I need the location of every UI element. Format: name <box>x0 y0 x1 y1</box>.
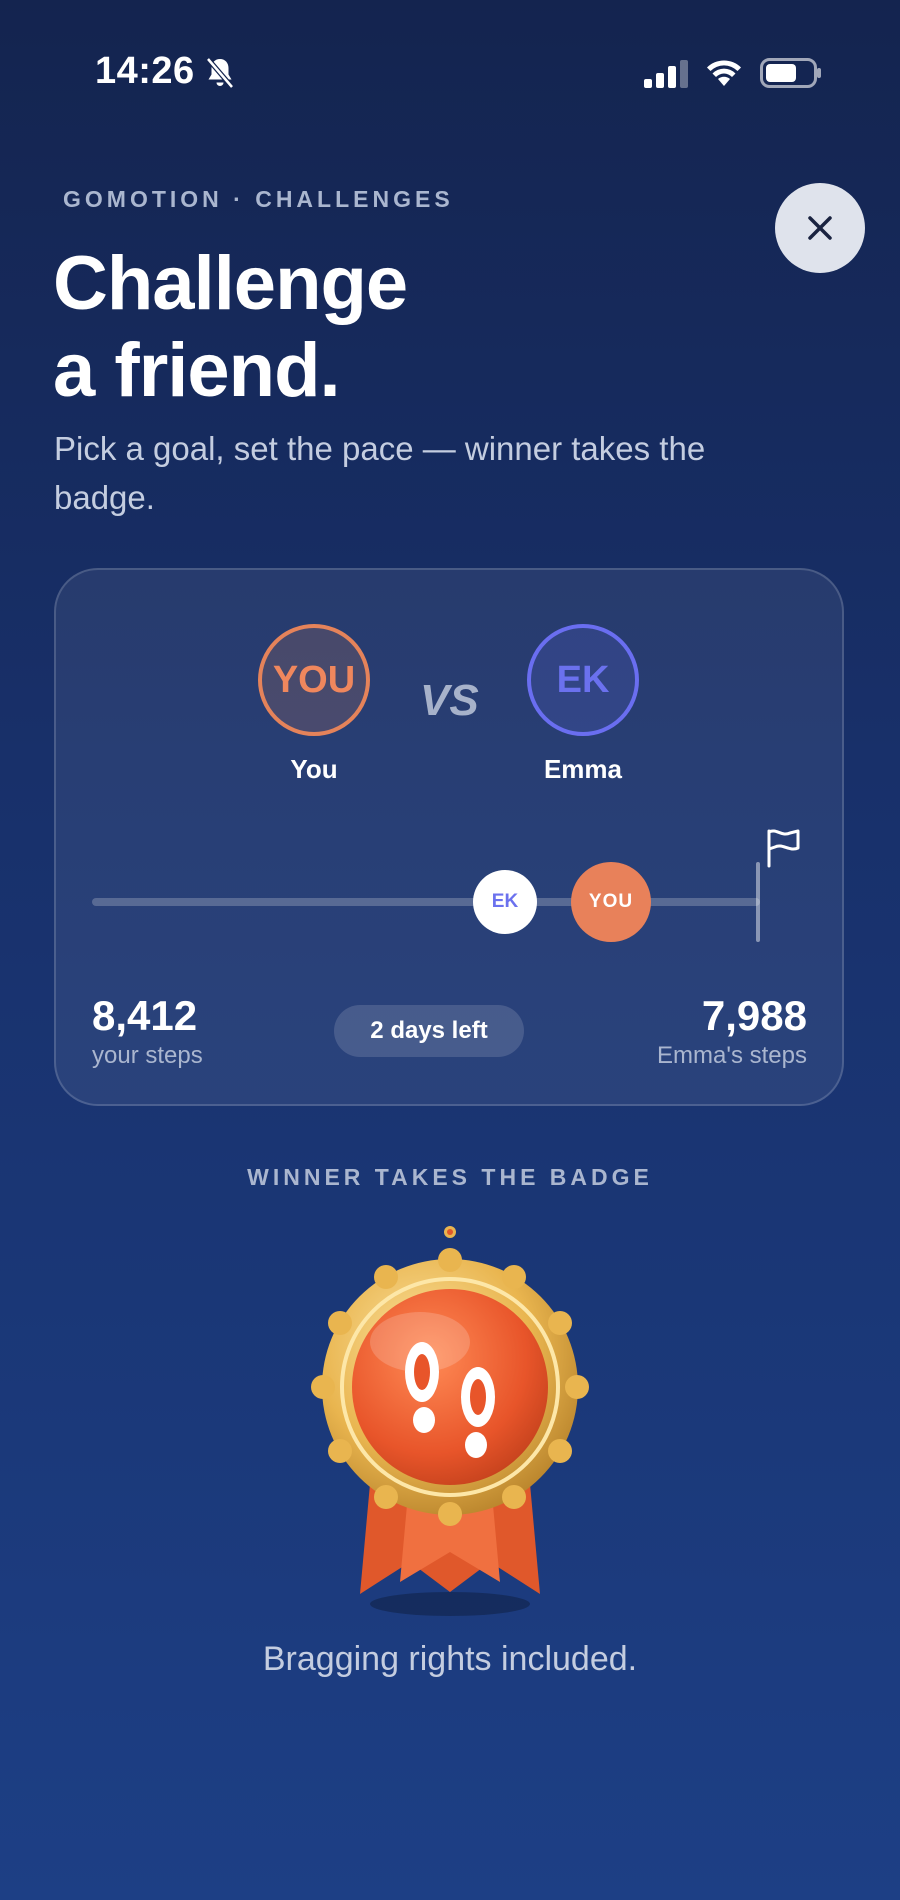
avatar-emma[interactable]: EK <box>527 624 639 736</box>
player-name-you: You <box>290 754 338 784</box>
flag-icon <box>767 829 800 868</box>
close-icon <box>808 216 832 240</box>
progress-marker-you: YOU <box>571 862 651 942</box>
finish-line <box>756 862 760 942</box>
cellular-signal-icon <box>644 60 688 88</box>
avatar-you[interactable]: YOU <box>258 624 370 736</box>
your-steps-value: 8,412 <box>92 992 198 1039</box>
emma-steps-value: 7,988 <box>701 992 807 1039</box>
title-line-1: Challenge <box>53 241 408 326</box>
emma-steps-label: Emma's steps <box>657 1042 807 1069</box>
close-button[interactable] <box>775 183 865 273</box>
page-subtitle: Pick a goal, set the pace — winner takes… <box>54 430 706 516</box>
badge-heading: WINNER TAKES THE BADGE <box>247 1164 653 1190</box>
battery-icon <box>760 58 821 88</box>
page-title: Challenge a friend. <box>53 240 693 414</box>
app-eyebrow: GOMOTION · CHALLENGES <box>63 186 454 212</box>
player-name-emma: Emma <box>543 754 623 784</box>
your-steps-label: your steps <box>92 1042 203 1069</box>
footprints-medal-icon <box>311 1226 589 1616</box>
title-line-2: a friend. <box>53 328 341 413</box>
bell-slash-icon <box>206 57 234 89</box>
progress-marker-emma: EK <box>473 870 537 934</box>
days-left-badge: 2 days left <box>334 1005 524 1057</box>
wifi-icon <box>707 60 741 86</box>
badge-tagline: Bragging rights included. <box>262 1640 638 1678</box>
status-time: 14:26 <box>95 50 195 92</box>
progress-track <box>92 898 760 906</box>
vs-label: VS <box>420 676 479 725</box>
